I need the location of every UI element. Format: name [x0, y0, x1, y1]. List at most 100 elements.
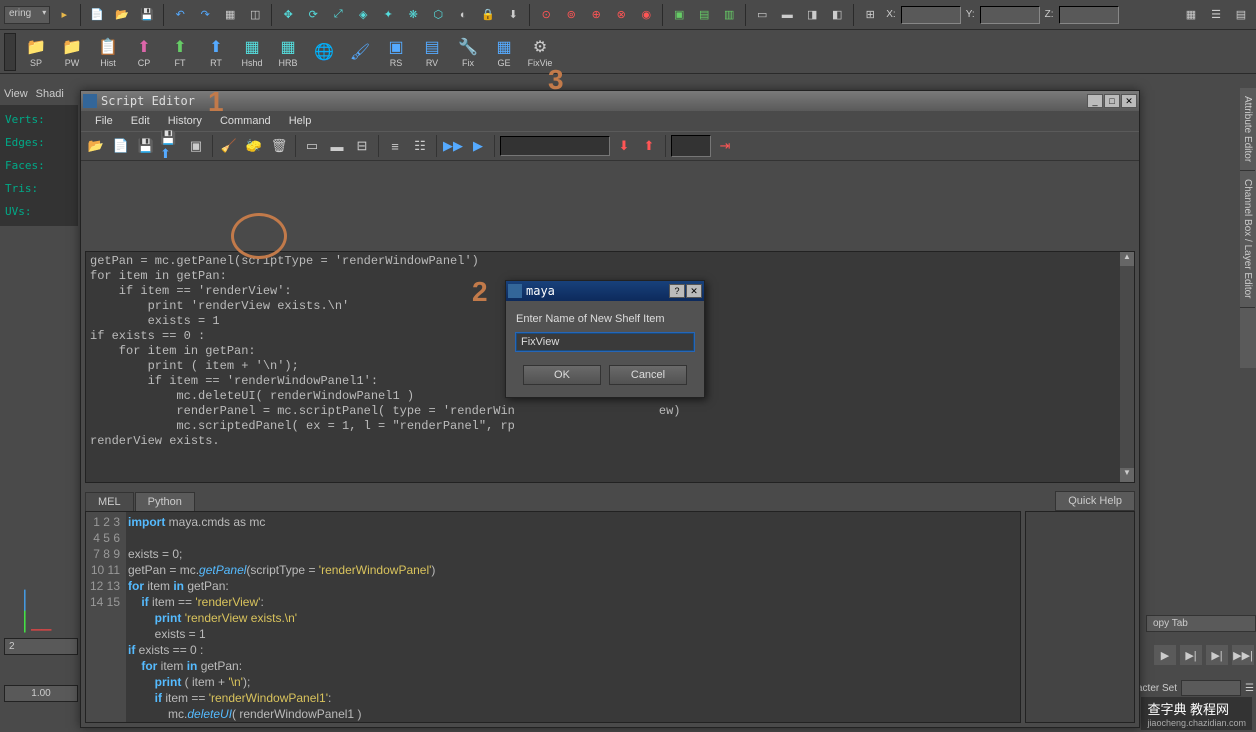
layout3-icon[interactable]: ▤: [1230, 4, 1252, 26]
search-up-icon[interactable]: ⬆: [638, 135, 660, 157]
tool3-icon[interactable]: ⬡: [427, 4, 449, 26]
scale-icon[interactable]: ⤢: [327, 4, 349, 26]
shelf-pw[interactable]: 📁PW: [56, 33, 88, 71]
script-to-shelf-icon[interactable]: ▣: [185, 135, 207, 157]
menu-help[interactable]: Help: [281, 113, 320, 129]
new-scene-icon[interactable]: 📄: [86, 4, 108, 26]
snap1-icon[interactable]: ⊙: [535, 4, 557, 26]
shelf-rs[interactable]: ▣RS: [380, 33, 412, 71]
layout2-icon[interactable]: ☰: [1205, 4, 1227, 26]
tool4-icon[interactable]: ◐: [452, 4, 474, 26]
timescale-input[interactable]: 1.00: [4, 685, 78, 702]
shelf-brush[interactable]: 🖌: [344, 33, 376, 71]
select-icon[interactable]: ▦: [219, 4, 241, 26]
menu-history[interactable]: History: [160, 113, 210, 129]
shelf-hrb[interactable]: ▦HRB: [272, 33, 304, 71]
minimize-button[interactable]: _: [1087, 94, 1103, 108]
execute-icon[interactable]: ▶: [467, 135, 489, 157]
panel2-icon[interactable]: ▬: [776, 4, 798, 26]
undo-icon[interactable]: ↶: [169, 4, 191, 26]
open-icon[interactable]: 📂: [111, 4, 133, 26]
panel4-icon[interactable]: ◧: [826, 4, 848, 26]
shelf-globe[interactable]: 🌐: [308, 33, 340, 71]
save-to-shelf-icon[interactable]: 💾⬆: [160, 135, 182, 157]
clear-history-icon[interactable]: 🧹: [218, 135, 240, 157]
z-field[interactable]: [1059, 6, 1119, 24]
cancel-button[interactable]: Cancel: [609, 365, 687, 385]
shelf-rv[interactable]: ▤RV: [416, 33, 448, 71]
shelf-cp[interactable]: ⬆CP: [128, 33, 160, 71]
search-field[interactable]: [500, 136, 610, 156]
layout1-icon[interactable]: ▦: [1180, 4, 1202, 26]
goto-icon[interactable]: ⇥: [714, 135, 736, 157]
script-editor-titlebar[interactable]: Script Editor _ □ ✕: [81, 91, 1139, 111]
shelf-sp[interactable]: 📁SP: [20, 33, 52, 71]
show-both-icon[interactable]: ⊟: [351, 135, 373, 157]
close-button[interactable]: ✕: [1121, 94, 1137, 108]
menu-file[interactable]: File: [87, 113, 121, 129]
goto-line-field[interactable]: [671, 135, 711, 157]
snap5-icon[interactable]: ◉: [635, 4, 657, 26]
dialog-close-button[interactable]: ✕: [686, 284, 702, 298]
quick-help-button[interactable]: Quick Help: [1055, 491, 1135, 511]
dialog-titlebar[interactable]: maya ? ✕: [506, 281, 704, 301]
shelf-hshd[interactable]: ▦Hshd: [236, 33, 268, 71]
save-icon[interactable]: 💾: [136, 4, 158, 26]
lasso-icon[interactable]: ◫: [244, 4, 266, 26]
history-scrollbar[interactable]: ▲ ▼: [1120, 252, 1134, 482]
dialog-help-button[interactable]: ?: [669, 284, 685, 298]
echo-all-icon[interactable]: ≡: [384, 135, 406, 157]
scroll-down-icon[interactable]: ▼: [1120, 468, 1134, 482]
maximize-button[interactable]: □: [1104, 94, 1120, 108]
menu-edit[interactable]: Edit: [123, 113, 158, 129]
tab-channel-box[interactable]: Channel Box / Layer Editor: [1240, 171, 1255, 308]
frame-input[interactable]: 2: [4, 638, 78, 655]
show-history-icon[interactable]: ▭: [301, 135, 323, 157]
clear-input-icon[interactable]: 🧽: [243, 135, 265, 157]
shelf-tab-handle[interactable]: [4, 33, 16, 71]
clear-all-icon[interactable]: 🗑: [268, 135, 290, 157]
ok-button[interactable]: OK: [523, 365, 601, 385]
shelf-fixvie[interactable]: ⚙FixVie: [524, 33, 556, 71]
manip-icon[interactable]: ◈: [352, 4, 374, 26]
vp-menu-view[interactable]: View: [4, 88, 28, 100]
menu-command[interactable]: Command: [212, 113, 279, 129]
panel3-icon[interactable]: ◨: [801, 4, 823, 26]
save-script-icon[interactable]: 💾: [135, 135, 157, 157]
ipr-icon[interactable]: ▣: [668, 4, 690, 26]
tab-mel[interactable]: MEL: [85, 492, 134, 511]
shelf-fix[interactable]: 🔧Fix: [452, 33, 484, 71]
rotate-icon[interactable]: ⟳: [302, 4, 324, 26]
end-icon[interactable]: ▶▶|: [1232, 645, 1254, 665]
open-script-icon[interactable]: 📂: [85, 135, 107, 157]
panel1-icon[interactable]: ▭: [751, 4, 773, 26]
step-fwd-icon[interactable]: ▶|: [1180, 645, 1202, 665]
y-field[interactable]: [980, 6, 1040, 24]
snap2-icon[interactable]: ⊚: [560, 4, 582, 26]
arrow-icon[interactable]: ▸: [53, 4, 75, 26]
shelf-rt[interactable]: ⬆RT: [200, 33, 232, 71]
search-down-icon[interactable]: ⬇: [613, 135, 635, 157]
source-script-icon[interactable]: 📄: [110, 135, 132, 157]
tool2-icon[interactable]: ❋: [402, 4, 424, 26]
code-body[interactable]: import maya.cmds as mc exists = 0; getPa…: [126, 512, 1020, 722]
move-icon[interactable]: ✥: [277, 4, 299, 26]
scroll-up-icon[interactable]: ▲: [1120, 252, 1134, 266]
code-editor[interactable]: 1 2 3 4 5 6 7 8 9 10 11 12 13 14 15 impo…: [85, 511, 1021, 723]
shelf-ge[interactable]: ▦GE: [488, 33, 520, 71]
snap4-icon[interactable]: ⊗: [610, 4, 632, 26]
play-icon[interactable]: ▶: [1154, 645, 1176, 665]
charset-opts-icon[interactable]: ☰: [1245, 683, 1254, 694]
shelf-hist[interactable]: 📋Hist: [92, 33, 124, 71]
show-input-icon[interactable]: ▬: [326, 135, 348, 157]
workspace-dropdown[interactable]: ering: [4, 6, 50, 24]
shelf-ft[interactable]: ⬆FT: [164, 33, 196, 71]
render-icon[interactable]: ▤: [693, 4, 715, 26]
vp-menu-shading[interactable]: Shadi: [36, 88, 64, 100]
tool1-icon[interactable]: ✦: [377, 4, 399, 26]
charset-dropdown[interactable]: [1181, 680, 1241, 696]
line-numbers-icon[interactable]: ☷: [409, 135, 431, 157]
tab-attribute-editor[interactable]: Attribute Editor: [1240, 88, 1255, 171]
input-mode-icon[interactable]: ⊞: [859, 4, 881, 26]
next-key-icon[interactable]: ▶|: [1206, 645, 1228, 665]
